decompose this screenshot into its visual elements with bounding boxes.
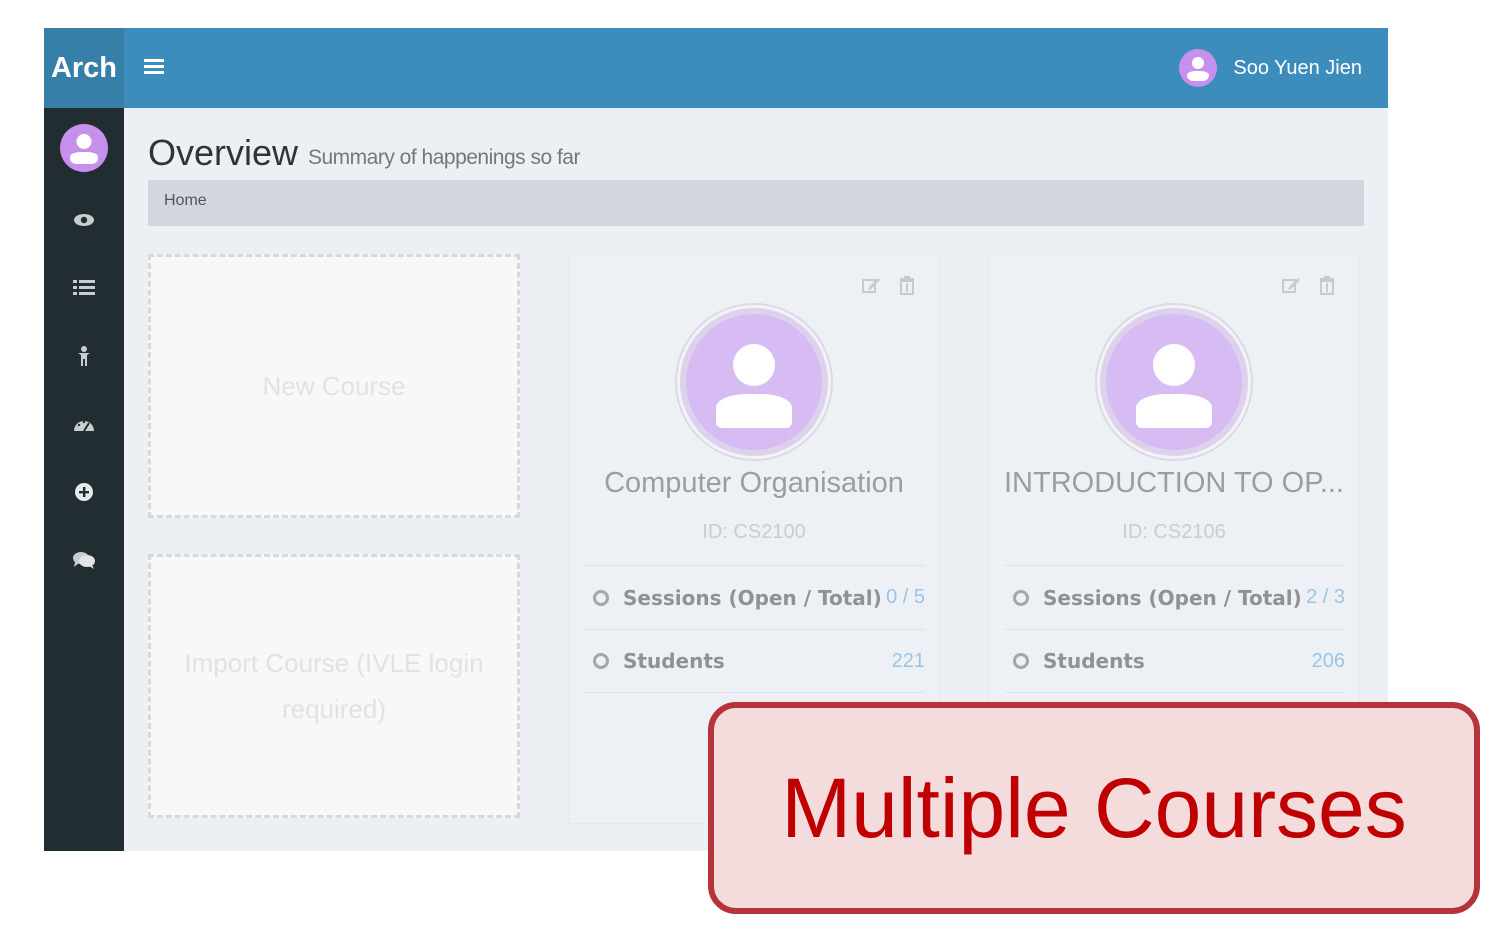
callout-text: Multiple Courses <box>781 760 1407 855</box>
menu-toggle-icon[interactable] <box>144 56 168 80</box>
stat-label: Sessions (Open / Total) <box>623 585 882 610</box>
breadcrumb: Home <box>148 180 1364 226</box>
brand-logo[interactable]: Arch <box>44 28 124 108</box>
course-stat-row: Sessions (Open / Total) 2 / 3 <box>1005 565 1345 629</box>
course-id: ID: CS2106 <box>1122 521 1226 543</box>
sidebar-avatar <box>60 124 108 172</box>
sidebar-item-dashboard[interactable] <box>68 408 100 440</box>
import-course-label: Import Course (IVLE login required) <box>184 648 484 724</box>
stat-value: 2 / 3 <box>1306 586 1345 608</box>
trash-icon[interactable] <box>897 275 917 295</box>
course-title[interactable]: Computer Organisation <box>569 467 939 500</box>
plus-circle-icon <box>75 483 93 501</box>
course-avatar <box>1097 305 1251 459</box>
chat-icon <box>73 552 95 569</box>
stat-value: 206 <box>1311 649 1345 672</box>
sidebar-item-list[interactable] <box>68 272 100 304</box>
course-stat-row: Students 221 <box>585 629 925 693</box>
user-name: Soo Yuen Jien <box>1233 56 1362 79</box>
breadcrumb-home[interactable]: Home <box>164 192 207 209</box>
stat-label: Sessions (Open / Total) <box>1043 585 1302 610</box>
sidebar-item-users[interactable] <box>68 340 100 372</box>
sidebar-item-chat[interactable] <box>68 544 100 576</box>
list-icon <box>73 280 95 295</box>
course-stat-row: Students 206 <box>1005 629 1345 693</box>
card-tools <box>861 275 917 295</box>
callout-box: Multiple Courses <box>708 702 1480 914</box>
edit-icon[interactable] <box>1281 275 1301 295</box>
stat-value: 221 <box>891 649 925 672</box>
course-title[interactable]: INTRODUCTION TO OP... <box>989 467 1359 500</box>
circle-icon <box>1013 653 1029 669</box>
card-tools <box>1281 275 1337 295</box>
trash-icon[interactable] <box>1317 275 1337 295</box>
stat-label: Students <box>623 649 725 673</box>
page-subtitle: Summary of happenings so far <box>308 146 580 169</box>
page-title: Overview <box>148 132 299 173</box>
import-course-tile[interactable]: Import Course (IVLE login required) <box>148 554 520 818</box>
sidebar-item-overview[interactable] <box>68 204 100 236</box>
new-course-label: New Course <box>262 371 406 401</box>
course-id: ID: CS2100 <box>702 521 806 543</box>
circle-icon <box>1013 589 1029 606</box>
edit-icon[interactable] <box>861 275 881 295</box>
stat-label: Students <box>1043 649 1145 673</box>
sidebar <box>44 108 124 851</box>
user-menu[interactable]: Soo Yuen Jien <box>1179 48 1362 88</box>
stat-value: 0 / 5 <box>886 586 925 608</box>
person-icon <box>78 346 90 366</box>
eye-icon <box>74 214 94 226</box>
circle-icon <box>593 653 609 669</box>
circle-icon <box>593 589 609 606</box>
sidebar-item-add[interactable] <box>68 476 100 508</box>
course-avatar <box>677 305 831 459</box>
course-stat-row: Sessions (Open / Total) 0 / 5 <box>585 565 925 629</box>
top-navbar: Arch Soo Yuen Jien <box>44 28 1388 108</box>
dashboard-icon <box>74 420 94 432</box>
new-course-tile[interactable]: New Course <box>148 254 520 518</box>
user-avatar <box>1179 49 1218 87</box>
